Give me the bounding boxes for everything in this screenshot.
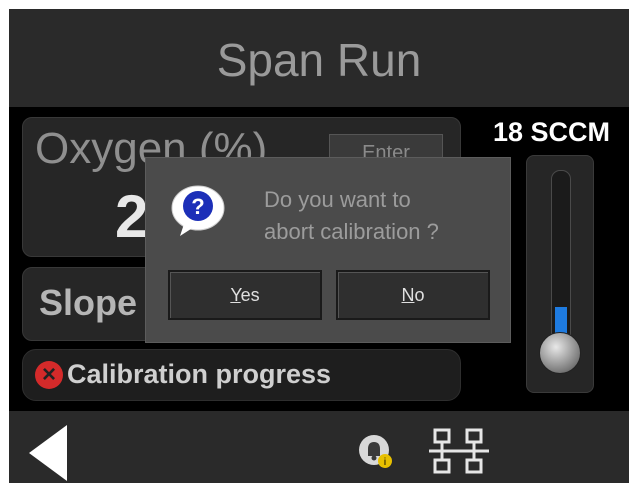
calibration-progress-panel: × Calibration progress: [22, 349, 461, 401]
no-label-rest: o: [414, 285, 425, 305]
error-x-icon: ×: [35, 361, 63, 389]
slope-label: Slope: [39, 282, 138, 323]
gauge-tube: [551, 170, 571, 342]
flow-readout: 18 SCCM: [493, 117, 611, 147]
yes-label-rest: es: [240, 285, 260, 305]
page-title: Span Run: [216, 34, 422, 86]
oxygen-value: 2: [115, 183, 149, 250]
yes-button[interactable]: Yes: [168, 270, 322, 320]
dialog-message: Do you want to abort calibration ?: [264, 184, 494, 248]
footer-bar: i: [9, 411, 629, 483]
gauge-bulb: [539, 332, 581, 374]
calibration-progress-label: Calibration progress: [67, 359, 332, 389]
yes-mnemonic: Y: [230, 285, 241, 305]
back-arrow-icon[interactable]: [29, 425, 67, 481]
svg-text:?: ?: [191, 194, 204, 219]
no-mnemonic: N: [401, 285, 415, 305]
abort-calibration-dialog: ? Do you want to abort calibration ? Yes…: [145, 157, 511, 343]
device-screen: Span Run Oxygen (%) Enter 2 Slope × Cali…: [9, 9, 629, 483]
dialog-message-line1: Do you want to: [264, 187, 411, 212]
alarm-bell-icon[interactable]: i: [357, 433, 393, 469]
network-icon[interactable]: [427, 427, 491, 475]
header-bar: Span Run: [9, 9, 629, 107]
no-button[interactable]: No: [336, 270, 490, 320]
flow-gauge: [526, 155, 594, 393]
svg-text:i: i: [384, 457, 386, 468]
dialog-message-line2: abort calibration ?: [264, 219, 439, 244]
question-bubble-icon: ?: [171, 185, 225, 236]
